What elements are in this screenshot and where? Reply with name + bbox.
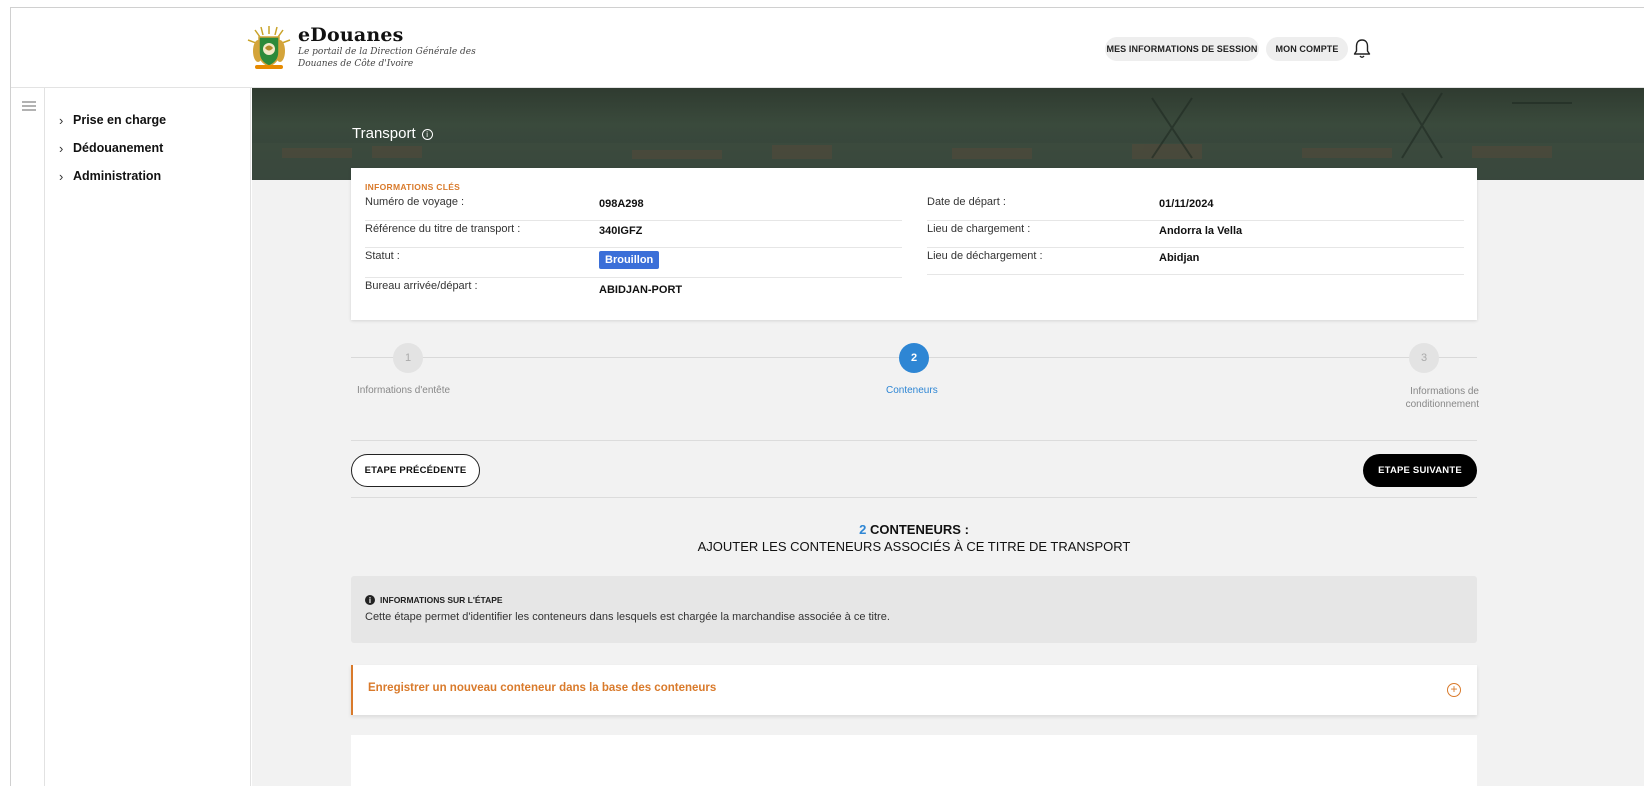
info-row-date-depart: Date de départ : 01/11/2024 bbox=[927, 194, 1464, 221]
section-title-text: CONTENEURS : bbox=[869, 522, 969, 537]
field-label: Date de départ : bbox=[927, 196, 1006, 208]
brand: eDouanes Le portail de la Direction Géné… bbox=[298, 24, 488, 70]
info-row-lieu-chargement: Lieu de chargement : Andorra la Vella bbox=[927, 221, 1464, 248]
step-3-circle[interactable]: 3 bbox=[1409, 343, 1439, 373]
info-row-bureau: Bureau arrivée/départ : ABIDJAN-PORT bbox=[365, 278, 902, 305]
hero-banner: Transport i bbox=[252, 88, 1644, 180]
container-list-card bbox=[351, 735, 1477, 786]
step-2-circle[interactable]: 2 bbox=[899, 343, 929, 373]
sidebar-item-dedouanement[interactable]: › Dédouanement bbox=[59, 138, 163, 158]
section-subtitle: AJOUTER LES CONTENEURS ASSOCIÉS À CE TIT… bbox=[697, 539, 1131, 554]
coat-of-arms-logo[interactable] bbox=[245, 24, 293, 72]
step-1-label[interactable]: Informations d'entête bbox=[357, 385, 450, 396]
field-value: 340IGFZ bbox=[599, 225, 643, 237]
page-title-text: Transport bbox=[352, 125, 416, 142]
status-badge: Brouillon bbox=[599, 251, 660, 269]
page-title: Transport i bbox=[352, 125, 433, 142]
stepper: 1 Informations d'entête 2 Conteneurs 3 I… bbox=[351, 333, 1479, 433]
chevron-right-icon: › bbox=[59, 168, 64, 184]
field-value: 098A298 bbox=[599, 198, 644, 210]
sidebar-item-label: Prise en charge bbox=[73, 113, 167, 127]
field-value: 01/11/2024 bbox=[1159, 198, 1214, 210]
port-background-image bbox=[252, 92, 1644, 180]
sidebar-item-label: Dédouanement bbox=[73, 141, 164, 155]
info-row-voyage: Numéro de voyage : 098A298 bbox=[365, 194, 902, 221]
field-label: Lieu de chargement : bbox=[927, 223, 1031, 235]
account-button[interactable]: MON COMPTE bbox=[1266, 37, 1348, 61]
sidebar-item-administration[interactable]: › Administration bbox=[59, 166, 161, 186]
field-label: Statut : bbox=[365, 250, 400, 262]
section-title-line1: 2 CONTENEURS : bbox=[351, 521, 1477, 538]
next-step-button[interactable]: ETAPE SUIVANTE bbox=[1363, 454, 1477, 487]
new-container-accordion[interactable]: Enregistrer un nouveau conteneur dans la… bbox=[351, 665, 1477, 715]
key-info-heading: INFORMATIONS CLÉS bbox=[365, 182, 461, 192]
section-title: 2 CONTENEURS : AJOUTER LES CONTENEURS AS… bbox=[351, 521, 1477, 555]
field-label: Bureau arrivée/départ : bbox=[365, 280, 478, 292]
field-label: Référence du titre de transport : bbox=[365, 223, 521, 235]
info-row-lieu-dechargement: Lieu de déchargement : Abidjan bbox=[927, 248, 1464, 275]
plus-circle-icon[interactable]: + bbox=[1447, 683, 1461, 697]
field-label: Lieu de déchargement : bbox=[927, 250, 1043, 262]
step-2-label[interactable]: Conteneurs bbox=[886, 385, 938, 396]
chevron-right-icon: › bbox=[59, 112, 64, 128]
key-info-card: INFORMATIONS CLÉS Numéro de voyage : 098… bbox=[351, 168, 1477, 320]
step-info-heading: i INFORMATIONS SUR L'ÉTAPE bbox=[365, 595, 503, 605]
session-info-button[interactable]: MES INFORMATIONS DE SESSION bbox=[1105, 37, 1259, 61]
step-info-box: i INFORMATIONS SUR L'ÉTAPE Cette étape p… bbox=[351, 576, 1477, 643]
sidebar: › Prise en charge › Dédouanement › Admin… bbox=[45, 88, 251, 786]
step-info-text: Cette étape permet d'identifier les cont… bbox=[365, 611, 890, 623]
top-header: eDouanes Le portail de la Direction Géné… bbox=[11, 8, 1644, 88]
info-icon[interactable]: i bbox=[421, 129, 433, 140]
field-value: Abidjan bbox=[1159, 252, 1200, 264]
step-info-heading-text: INFORMATIONS SUR L'ÉTAPE bbox=[380, 595, 503, 605]
info-icon: i bbox=[365, 595, 375, 605]
sidebar-item-label: Administration bbox=[73, 169, 162, 183]
field-value: ABIDJAN-PORT bbox=[599, 284, 683, 296]
step-3-label[interactable]: Informations de conditionnement bbox=[1369, 385, 1479, 411]
main-content: Transport i INFORMATIONS CLÉS Numéro de … bbox=[252, 88, 1644, 786]
step-1-circle[interactable]: 1 bbox=[393, 343, 423, 373]
field-label: Numéro de voyage : bbox=[365, 196, 465, 208]
previous-step-button[interactable]: ETAPE PRÉCÉDENTE bbox=[351, 454, 480, 487]
brand-name: eDouanes bbox=[298, 24, 404, 46]
info-row-reference: Référence du titre de transport : 340IGF… bbox=[365, 221, 902, 248]
chevron-right-icon: › bbox=[59, 140, 64, 156]
collapse-rail bbox=[11, 88, 45, 786]
accordion-title[interactable]: Enregistrer un nouveau conteneur dans la… bbox=[368, 682, 716, 694]
brand-tagline: Le portail de la Direction Générale des … bbox=[298, 47, 476, 69]
sidebar-item-prise-en-charge[interactable]: › Prise en charge bbox=[59, 110, 166, 130]
app-window: eDouanes Le portail de la Direction Géné… bbox=[10, 7, 1644, 786]
bell-icon[interactable] bbox=[1352, 38, 1372, 60]
info-row-statut: Statut : Brouillon bbox=[365, 248, 902, 278]
step-navigation: ETAPE PRÉCÉDENTE ETAPE SUIVANTE bbox=[351, 440, 1477, 498]
hamburger-icon[interactable] bbox=[22, 100, 36, 112]
container-count: 2 bbox=[859, 522, 867, 537]
field-value: Andorra la Vella bbox=[1159, 225, 1243, 237]
